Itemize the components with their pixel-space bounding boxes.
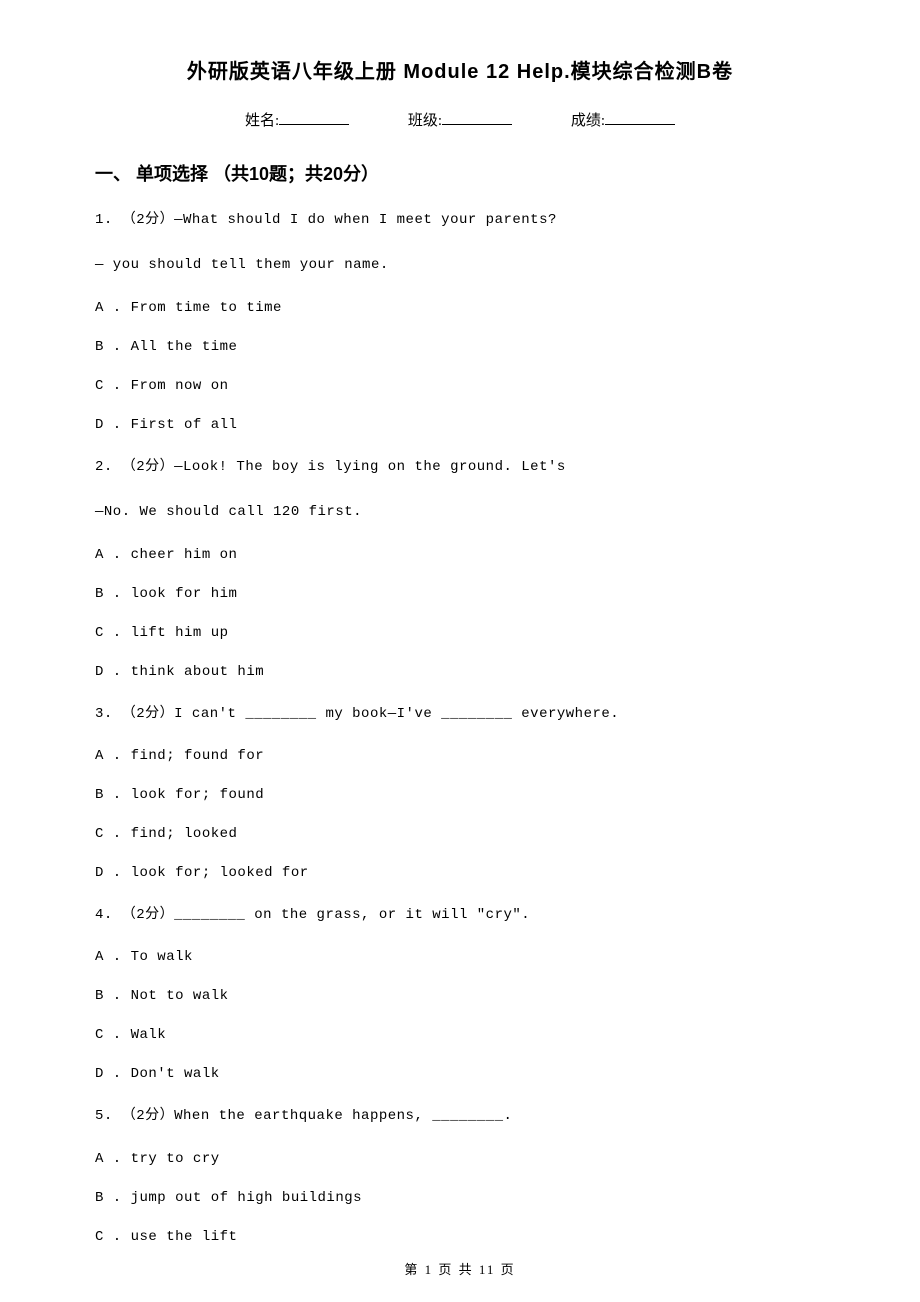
class-label: 班级: [408, 113, 442, 129]
option-a: A . cheer him on [95, 547, 825, 563]
option-a: A . find; found for [95, 748, 825, 764]
question-followup: —No. We should call 120 first. [95, 501, 825, 523]
option-b: B . jump out of high buildings [95, 1190, 825, 1206]
option-d: D . think about him [95, 664, 825, 680]
document-title: 外研版英语八年级上册 Module 12 Help.模块综合检测B卷 [95, 55, 825, 84]
question-stem: 5. （2分）When the earthquake happens, ____… [95, 1105, 825, 1127]
question-stem: 2. （2分）—Look! The boy is lying on the gr… [95, 456, 825, 478]
option-c: C . Walk [95, 1027, 825, 1043]
option-a: A . To walk [95, 949, 825, 965]
question-followup: — you should tell them your name. [95, 254, 825, 276]
option-b: B . All the time [95, 339, 825, 355]
section-header: 一、 单项选择 （共10题；共20分） [95, 160, 825, 186]
option-b: B . look for him [95, 586, 825, 602]
student-info-line: 姓名: 班级: 成绩: [95, 109, 825, 130]
question-stem: 3. （2分）I can't ________ my book—I've ___… [95, 703, 825, 725]
question-stem: 1. （2分）—What should I do when I meet you… [95, 209, 825, 231]
class-blank [442, 124, 512, 125]
option-c: C . use the lift [95, 1229, 825, 1245]
option-d: D . First of all [95, 417, 825, 433]
name-blank [279, 124, 349, 125]
option-c: C . find; looked [95, 826, 825, 842]
score-blank [605, 124, 675, 125]
name-label: 姓名: [245, 113, 279, 129]
option-d: D . Don't walk [95, 1066, 825, 1082]
option-a: A . try to cry [95, 1151, 825, 1167]
option-b: B . Not to walk [95, 988, 825, 1004]
option-a: A . From time to time [95, 300, 825, 316]
question-stem: 4. （2分）________ on the grass, or it will… [95, 904, 825, 926]
option-b: B . look for; found [95, 787, 825, 803]
option-c: C . From now on [95, 378, 825, 394]
score-label: 成绩: [571, 113, 605, 129]
page-footer: 第 1 页 共 11 页 [0, 1259, 920, 1278]
option-d: D . look for; looked for [95, 865, 825, 881]
option-c: C . lift him up [95, 625, 825, 641]
